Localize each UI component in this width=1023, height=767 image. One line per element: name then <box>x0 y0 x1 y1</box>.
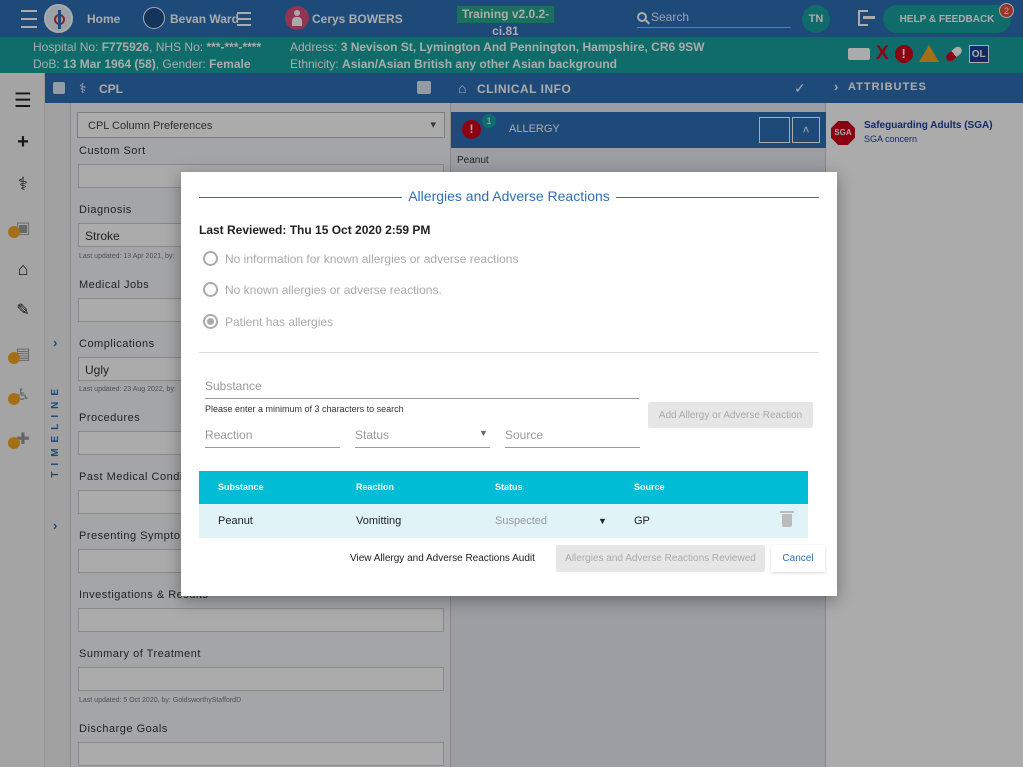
radio-label: No known allergies or adverse reactions. <box>225 282 442 297</box>
source-placeholder: Source <box>505 428 544 442</box>
source-input[interactable]: Source <box>505 425 640 448</box>
row-status-select[interactable]: Suspected <box>495 515 547 527</box>
radio-has-allergies[interactable]: Patient has allergies <box>203 314 333 329</box>
reaction-placeholder: Reaction <box>205 428 253 442</box>
col-source: Source <box>634 482 665 492</box>
radio-circle-selected[interactable] <box>203 314 218 329</box>
allergies-modal: Allergies and Adverse Reactions Last Rev… <box>181 172 837 596</box>
dropdown-arrow-icon[interactable]: ▼ <box>598 516 607 526</box>
add-allergy-button[interactable]: Add Allergy or Adverse Reaction <box>648 402 813 428</box>
status-select[interactable]: Status ▼ <box>355 425 490 448</box>
modal-title-row: Allergies and Adverse Reactions <box>181 188 837 204</box>
substance-placeholder: Substance <box>205 379 262 393</box>
reaction-input[interactable]: Reaction <box>205 425 340 448</box>
allergy-table-header: Substance Reaction Status Source <box>199 471 808 504</box>
last-reviewed: Last Reviewed: Thu 15 Oct 2020 2:59 PM <box>199 223 431 237</box>
row-reaction: Vomitting <box>356 515 402 527</box>
view-audit-link[interactable]: View Allergy and Adverse Reactions Audit <box>350 553 535 564</box>
radio-label: Patient has allergies <box>225 314 334 329</box>
col-reaction: Reaction <box>356 482 395 492</box>
row-substance: Peanut <box>218 515 253 527</box>
substance-input[interactable]: Substance <box>205 376 639 399</box>
table-row: Peanut Vomitting Suspected ▼ GP <box>199 504 808 538</box>
radio-circle[interactable] <box>203 282 218 297</box>
title-divider <box>199 197 402 198</box>
delete-trash-icon[interactable] <box>780 511 794 527</box>
modal-title: Allergies and Adverse Reactions <box>408 188 610 204</box>
col-status: Status <box>495 482 523 492</box>
col-substance: Substance <box>218 482 264 492</box>
status-placeholder: Status <box>355 428 390 442</box>
radio-circle[interactable] <box>203 251 218 266</box>
cancel-button[interactable]: Cancel <box>771 545 825 572</box>
section-divider <box>199 352 819 353</box>
dropdown-arrow-icon: ▼ <box>479 428 488 438</box>
radio-no-information[interactable]: No information for known allergies or ad… <box>203 251 518 266</box>
radio-label: No information for known allergies or ad… <box>225 251 519 266</box>
radio-no-known[interactable]: No known allergies or adverse reactions. <box>203 282 442 297</box>
substance-hint: Please enter a minimum of 3 characters t… <box>205 404 404 414</box>
row-source: GP <box>634 515 650 527</box>
title-divider <box>616 197 819 198</box>
reviewed-button[interactable]: Allergies and Adverse Reactions Reviewed <box>556 545 765 572</box>
